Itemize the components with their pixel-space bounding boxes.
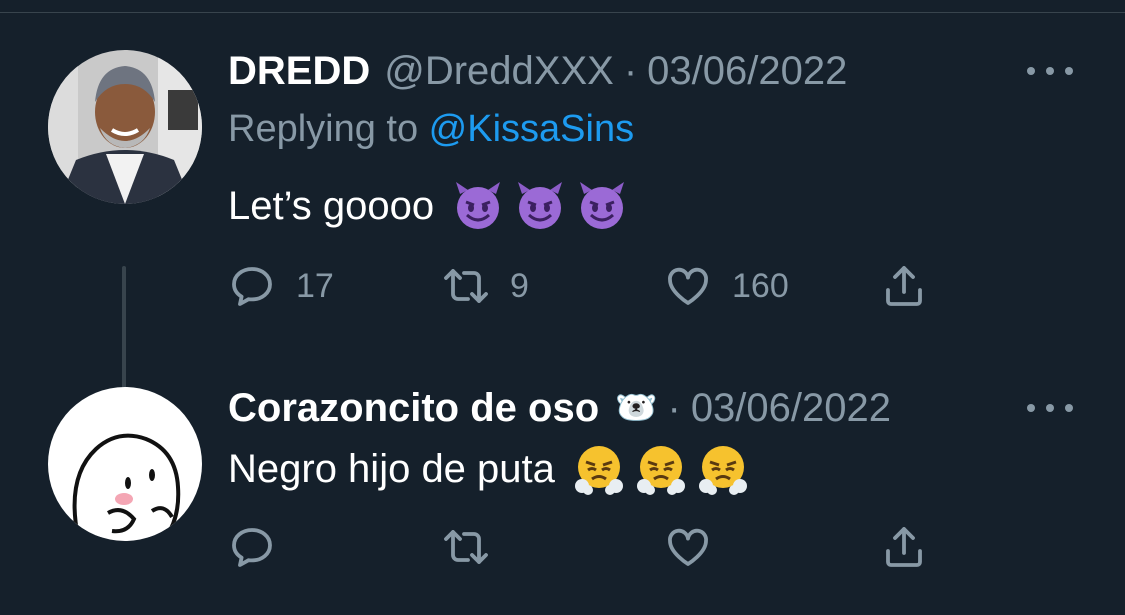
tweet-actions: [228, 519, 948, 575]
more-options-icon[interactable]: [1027, 56, 1073, 86]
tweet-body: Let’s goooo: [228, 183, 435, 228]
retweet-icon: [444, 530, 488, 564]
replying-to: Replying to @KissaSins: [228, 108, 634, 151]
display-name[interactable]: DREDD: [228, 49, 370, 94]
tweet-text: Let’s goooo: [228, 180, 628, 232]
top-divider: [0, 12, 1125, 13]
reply-icon: [232, 528, 272, 567]
heart-icon: [668, 528, 708, 566]
share-icon: [886, 527, 922, 567]
more-options-icon[interactable]: [1027, 393, 1073, 423]
share-button[interactable]: [880, 519, 928, 575]
separator-dot: ·: [667, 385, 681, 430]
retweet-icon: [444, 269, 488, 303]
like-button[interactable]: [664, 519, 732, 575]
share-button[interactable]: [880, 258, 928, 314]
share-icon: [886, 266, 922, 306]
reply-button[interactable]: 17: [228, 258, 334, 314]
face-with-steam-from-nose-icon: [698, 446, 747, 495]
tweet-text: Negro hijo de puta: [228, 443, 749, 495]
tweet-actions: 17 9 160: [228, 258, 948, 314]
reply-icon: [232, 267, 272, 306]
mention-link[interactable]: @KissaSins: [429, 108, 634, 150]
retweet-button[interactable]: [442, 519, 510, 575]
replying-prefix: Replying to: [228, 108, 429, 150]
user-handle[interactable]: @DreddXXX: [384, 49, 614, 94]
smiling-face-with-horns-icon: [580, 182, 625, 229]
retweet-count: 9: [510, 266, 529, 305]
tweet-corazoncito[interactable]: Corazoncito de oso 🐻‍❄️ · 03/06/2022 Neg…: [0, 385, 1125, 585]
tweet-body: Negro hijo de puta: [228, 446, 555, 491]
reply-button[interactable]: [228, 519, 296, 575]
like-count: 160: [732, 266, 789, 305]
tweet-header: DREDD @DreddXXX · 03/06/2022: [228, 48, 847, 94]
tweet-dredd[interactable]: DREDD @DreddXXX · 03/06/2022 Replying to…: [0, 48, 1125, 426]
tweet-date[interactable]: 03/06/2022: [691, 386, 891, 431]
like-button[interactable]: 160: [664, 258, 789, 314]
face-with-steam-from-nose-icon: [574, 446, 623, 495]
avatar-corazoncito[interactable]: [48, 387, 202, 541]
separator-dot: ·: [623, 48, 638, 93]
tweet-header: Corazoncito de oso 🐻‍❄️ · 03/06/2022: [228, 385, 891, 431]
display-name[interactable]: Corazoncito de oso: [228, 386, 599, 431]
avatar-dredd[interactable]: [48, 50, 202, 204]
face-with-steam-from-nose-icon: [636, 446, 685, 495]
polar-bear-icon: 🐻‍❄️: [615, 389, 658, 427]
smiling-face-with-horns-icon: [456, 182, 501, 229]
tweet-date[interactable]: 03/06/2022: [647, 49, 847, 94]
reply-count: 17: [296, 266, 334, 305]
heart-icon: [668, 267, 708, 305]
smiling-face-with-horns-icon: [518, 182, 563, 229]
retweet-button[interactable]: 9: [442, 258, 529, 314]
